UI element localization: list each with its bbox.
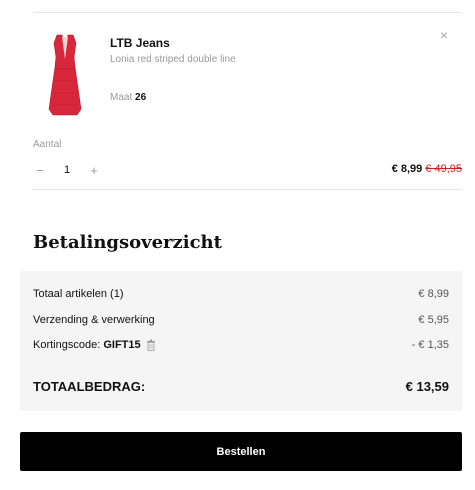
quantity-decrease-button[interactable]: − [33, 163, 47, 178]
quantity-stepper: − 1 + [33, 160, 101, 180]
summary-row-value: € 8,99 [418, 288, 449, 300]
summary-row-label: Verzending & verwerking [33, 314, 155, 326]
size-label: Maat [110, 92, 133, 103]
discount-prefix: Kortingscode: [33, 339, 101, 351]
price-original: € 49,95 [425, 163, 462, 175]
cart-item: LTB Jeans Lonia red striped double line … [33, 23, 462, 123]
order-button[interactable]: Bestellen [20, 432, 462, 471]
size-value: 26 [135, 92, 147, 103]
summary-row-items: Totaal artikelen (1) € 8,99 [33, 288, 449, 300]
summary-title: Betalingsoverzicht [33, 232, 222, 253]
product-brand[interactable]: LTB Jeans [110, 36, 170, 50]
total-value: € 13,59 [405, 379, 449, 394]
quantity-value[interactable]: 1 [47, 164, 87, 176]
summary-row-shipping: Verzending & verwerking € 5,95 [33, 314, 449, 326]
item-price: € 8,99 € 49,95 [392, 163, 462, 175]
divider-middle [33, 189, 462, 190]
discount-code: GIFT15 [103, 339, 141, 351]
summary-total: TOTAALBEDRAG: € 13,59 [33, 379, 449, 394]
remove-item-close-icon[interactable]: × [440, 27, 448, 43]
summary-row-value: - € 1,35 [411, 339, 449, 351]
quantity-increase-button[interactable]: + [87, 163, 101, 178]
quantity-label: Aantal [33, 139, 62, 150]
summary-row-discount: Kortingscode: GIFT15 - € 1,35 [33, 339, 449, 351]
summary-row-label: Totaal artikelen (1) [33, 288, 124, 300]
total-label: TOTAALBEDRAG: [33, 379, 146, 394]
product-image[interactable] [45, 33, 85, 117]
trash-icon[interactable] [146, 339, 156, 351]
summary-row-value: € 5,95 [418, 314, 449, 326]
product-size: Maat 26 [110, 92, 146, 103]
discount-label: Kortingscode: GIFT15 [33, 339, 156, 351]
price-current: € 8,99 [391, 163, 423, 175]
divider-top [33, 12, 462, 13]
product-name[interactable]: Lonia red striped double line [110, 54, 236, 65]
payment-summary: Totaal artikelen (1) € 8,99 Verzending &… [20, 271, 462, 411]
